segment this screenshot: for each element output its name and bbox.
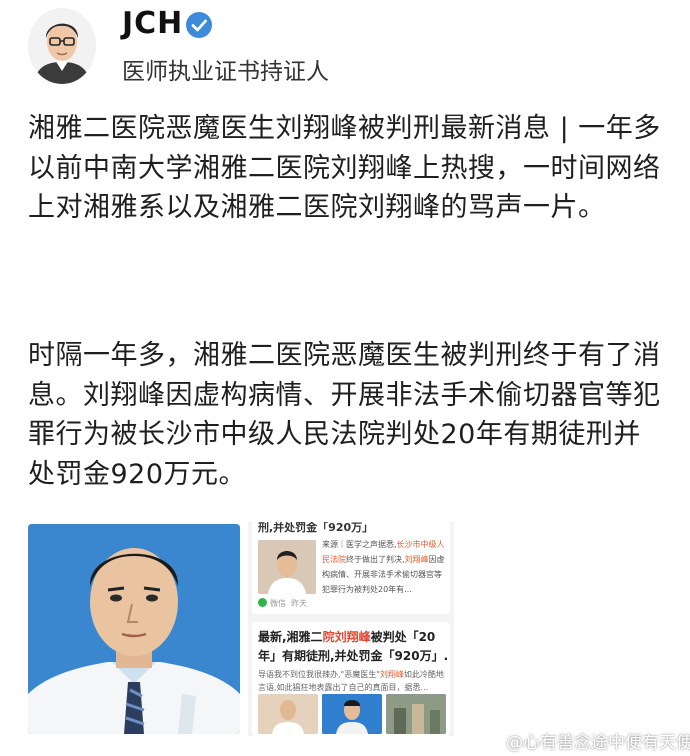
wechat-icon — [258, 598, 267, 607]
news-thumbnail — [258, 694, 318, 734]
snippet-text: 终于做出了判决, — [346, 555, 405, 564]
news-thumbnail — [386, 694, 446, 734]
weibo-icon — [485, 735, 502, 750]
news-card-summary: 导语我不到位我很辣办,"恶魔医生"刘翔峰如此冷酷地言语,如此猖狂地表露出了自己的… — [258, 668, 448, 694]
summary-highlight: 刘翔峰 — [379, 670, 404, 679]
author-credential: 医师执业证书持证人 — [122, 59, 329, 85]
news-time: 昨天 — [291, 599, 308, 608]
news-card-footer: 微信 昨天 — [258, 598, 307, 609]
post-header: JCH 医师执业证书持证人 — [0, 0, 690, 100]
watermark-text: @心有善念途中便有天使 — [506, 733, 690, 753]
news-collage: 刑,并处罚金「920万」 来源｜医学之声据悉,长沙市中级人民法院终于做出了判决,… — [248, 522, 454, 736]
title-text: 最新,湘雅二 — [258, 630, 323, 644]
author-name[interactable]: JCH — [122, 6, 183, 41]
news-card-title: 最新,湘雅二院刘翔峰被判处「20年」有期徒刑,并处罚金「920万」. — [258, 628, 450, 666]
news-thumbnail — [258, 540, 316, 594]
news-thumbnail — [322, 694, 382, 734]
verified-badge-icon — [186, 12, 212, 38]
doctor-photo[interactable] — [28, 524, 240, 734]
watermark: @心有善念途中便有天使 — [485, 728, 690, 753]
news-card[interactable]: 刑,并处罚金「920万」 来源｜医学之声据悉,长沙市中级人民法院终于做出了判决,… — [252, 522, 450, 614]
snippet-highlight: 刘翔峰 — [404, 555, 429, 564]
news-card-headline: 刑,并处罚金「920万」 — [258, 522, 374, 534]
post-paragraph: 时隔一年多，湘雅二医院恶魔医生被判刑终于有了消息。刘翔峰因虚构病情、开展非法手术… — [28, 340, 661, 490]
news-card[interactable]: 最新,湘雅二院刘翔峰被判处「20年」有期徒刑,并处罚金「920万」. 导语我不到… — [252, 622, 450, 736]
author-avatar[interactable] — [28, 8, 96, 84]
news-source: 微信 — [270, 599, 286, 608]
snippet-text: 来源｜医学之声据悉, — [322, 540, 397, 549]
news-card-snippet: 来源｜医学之声据悉,长沙市中级人民法院终于做出了判决,刘翔峰因虚构病情、开展非法… — [322, 537, 446, 597]
title-highlight: 院刘翔峰 — [322, 630, 371, 644]
post-paragraph: 湘雅二医院恶魔医生刘翔峰被判刑最新消息 | 一年多以前中南大学湘雅二医院刘翔峰上… — [28, 113, 661, 223]
summary-text: 导语我不到位我很辣办,"恶魔医生" — [258, 670, 380, 679]
